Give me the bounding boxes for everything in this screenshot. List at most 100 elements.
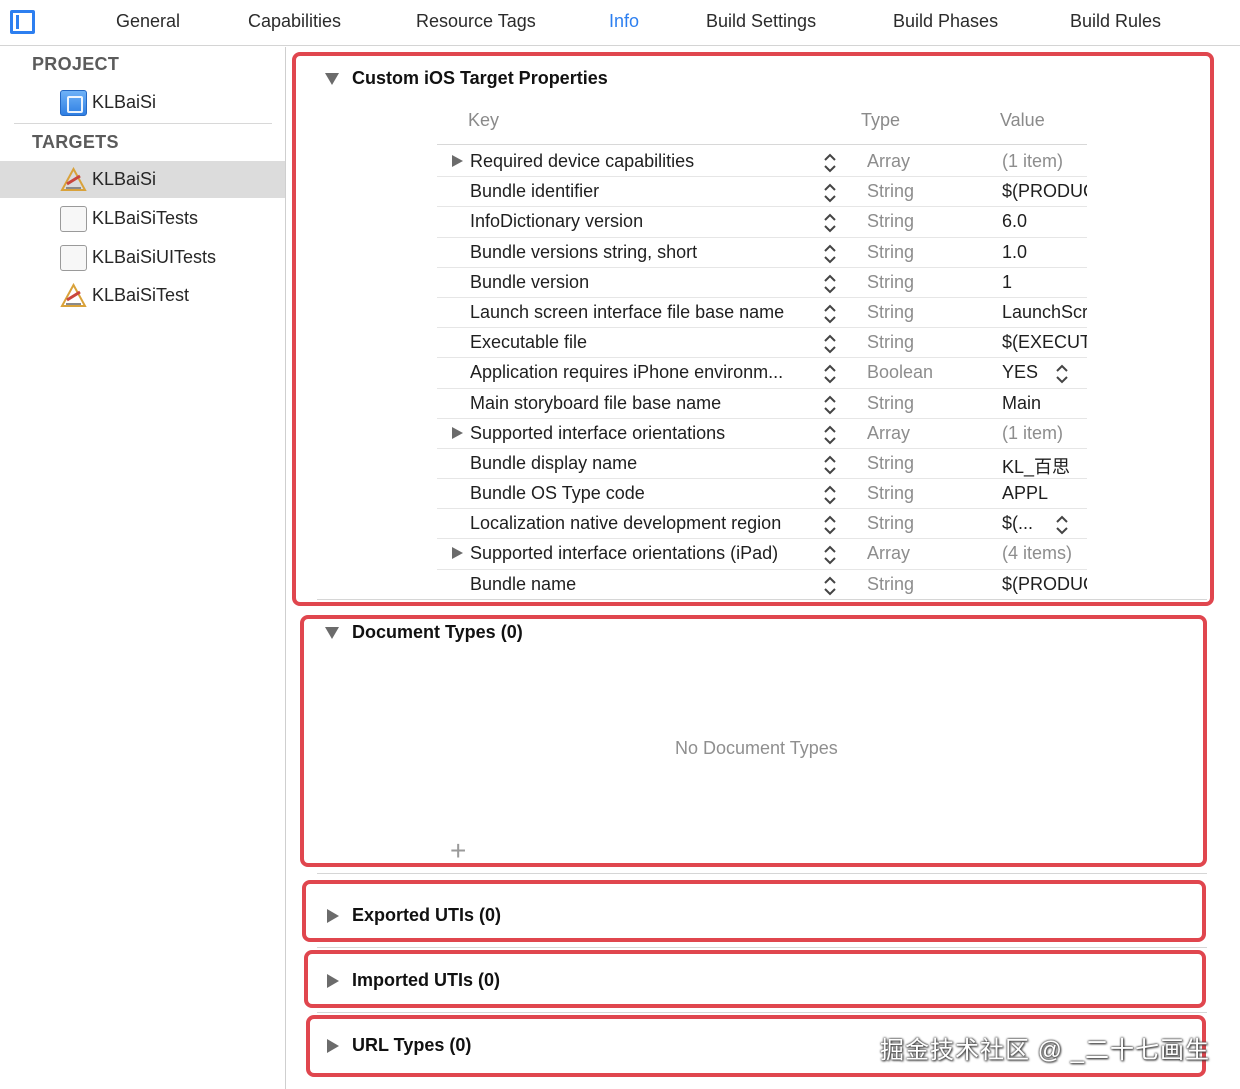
disclosure-triangle-icon[interactable]	[452, 155, 463, 167]
sidebar-item-target-klbaisitest[interactable]: KLBaiSiTest	[0, 277, 285, 314]
table-row[interactable]: Executable file String $(EXECUTABLE_NAME)	[437, 328, 1087, 359]
expand-triangle-icon[interactable]	[327, 1039, 339, 1053]
sidebar-item-project[interactable]: KLBaiSi	[0, 84, 285, 121]
expand-triangle-icon[interactable]	[327, 909, 339, 923]
property-value[interactable]: APPL	[1002, 483, 1087, 504]
property-key[interactable]: Bundle display name	[470, 453, 637, 474]
collapse-triangle-icon[interactable]	[325, 73, 339, 85]
property-type[interactable]: String	[867, 453, 914, 474]
property-type[interactable]: String	[867, 483, 914, 504]
key-stepper-icon[interactable]	[823, 152, 837, 174]
sidebar-item-target-klbaisiuitests[interactable]: KLBaiSiUITests	[0, 239, 285, 276]
property-type[interactable]: String	[867, 242, 914, 263]
url-types-title[interactable]: URL Types (0)	[352, 1035, 471, 1056]
table-row[interactable]: Application requires iPhone environm... B…	[437, 358, 1087, 389]
tab-build-phases[interactable]: Build Phases	[893, 11, 998, 32]
key-stepper-icon[interactable]	[823, 394, 837, 416]
property-type[interactable]: String	[867, 181, 914, 202]
tab-capabilities[interactable]: Capabilities	[248, 11, 341, 32]
property-type[interactable]: String	[867, 211, 914, 232]
table-row[interactable]: Main storyboard file base name String Main	[437, 389, 1087, 419]
property-key[interactable]: Localization native development region	[470, 513, 781, 534]
custom-properties-title[interactable]: Custom iOS Target Properties	[352, 68, 608, 89]
property-type[interactable]: Boolean	[867, 362, 933, 383]
property-type[interactable]: Array	[867, 543, 910, 564]
property-value[interactable]: 1	[1002, 272, 1087, 293]
imported-utis-title[interactable]: Imported UTIs (0)	[352, 970, 500, 991]
table-row[interactable]: Bundle version String 1	[437, 268, 1087, 298]
property-key[interactable]: Bundle version	[470, 272, 589, 293]
table-row[interactable]: Bundle identifier String $(PRODUCT_BUNDLE_…	[437, 177, 1087, 208]
property-type[interactable]: Array	[867, 423, 910, 444]
tab-resource-tags[interactable]: Resource Tags	[416, 11, 536, 32]
property-type[interactable]: String	[867, 272, 914, 293]
table-row[interactable]: Bundle display name String KL_百思	[437, 449, 1087, 480]
table-row[interactable]: Supported interface orientations Array (1 …	[437, 419, 1087, 449]
table-row[interactable]: Bundle versions string, short String 1.0	[437, 238, 1087, 268]
value-stepper-icon[interactable]	[1055, 363, 1069, 385]
expand-triangle-icon[interactable]	[327, 974, 339, 988]
property-type[interactable]: String	[867, 332, 914, 353]
table-row[interactable]: Bundle name String $(PRODUCT_NAME)	[437, 570, 1087, 600]
property-key[interactable]: Bundle versions string, short	[470, 242, 697, 263]
property-key[interactable]: Main storyboard file base name	[470, 393, 721, 414]
property-value[interactable]: KL_百思	[1002, 453, 1087, 479]
property-value[interactable]: 6.0	[1002, 211, 1087, 232]
column-value-header[interactable]: Value	[1000, 110, 1045, 131]
property-value[interactable]: Main	[1002, 393, 1087, 414]
property-type[interactable]: Array	[867, 151, 910, 172]
property-type[interactable]: String	[867, 574, 914, 595]
tab-build-rules[interactable]: Build Rules	[1070, 11, 1161, 32]
property-value[interactable]: (4 items)	[1002, 543, 1092, 564]
property-value[interactable]: $(...	[1002, 513, 1087, 534]
key-stepper-icon[interactable]	[823, 454, 837, 476]
sidebar-item-target-klbaisitests[interactable]: KLBaiSiTests	[0, 200, 285, 237]
disclosure-triangle-icon[interactable]	[452, 426, 463, 439]
property-value[interactable]: (1 item)	[1002, 423, 1092, 444]
property-value[interactable]: $(PRODUCT_NAME)	[1002, 574, 1087, 595]
collapse-triangle-icon[interactable]	[325, 627, 339, 639]
property-key[interactable]: Launch screen interface file base name	[470, 302, 784, 323]
disclosure-triangle-icon[interactable]	[452, 547, 463, 560]
key-stepper-icon[interactable]	[823, 212, 837, 234]
table-row[interactable]: Supported interface orientations (iPad) A…	[437, 539, 1087, 570]
property-type[interactable]: String	[867, 393, 914, 414]
property-key[interactable]: Required device capabilities	[470, 151, 694, 172]
exported-utis-title[interactable]: Exported UTIs (0)	[352, 905, 501, 926]
key-stepper-icon[interactable]	[823, 484, 837, 506]
property-value[interactable]: $(PRODUCT_BUNDLE_IDENTIFIER)	[1002, 181, 1087, 202]
add-document-type-button[interactable]: +	[450, 837, 466, 865]
table-row[interactable]: Launch screen interface file base name St…	[437, 298, 1087, 329]
key-stepper-icon[interactable]	[823, 243, 837, 265]
column-type-header[interactable]: Type	[861, 110, 900, 131]
navigator-toggle-icon[interactable]	[10, 10, 35, 34]
table-row[interactable]: InfoDictionary version String 6.0	[437, 207, 1087, 238]
table-row[interactable]: Bundle OS Type code String APPL	[437, 479, 1087, 510]
property-value[interactable]: (1 item)	[1002, 151, 1092, 172]
value-stepper-icon[interactable]	[1055, 514, 1069, 536]
key-stepper-icon[interactable]	[823, 303, 837, 325]
tab-info[interactable]: Info	[609, 11, 639, 32]
sidebar-item-target-klbaisi[interactable]: KLBaiSi	[0, 161, 285, 198]
property-key[interactable]: Bundle name	[470, 574, 576, 595]
property-key[interactable]: Bundle identifier	[470, 181, 599, 202]
property-type[interactable]: String	[867, 302, 914, 323]
key-stepper-icon[interactable]	[823, 333, 837, 355]
key-stepper-icon[interactable]	[823, 575, 837, 597]
property-key[interactable]: Supported interface orientations (iPad)	[470, 543, 778, 564]
property-value[interactable]: $(EXECUTABLE_NAME)	[1002, 332, 1087, 353]
key-stepper-icon[interactable]	[823, 544, 837, 566]
property-value[interactable]: 1.0	[1002, 242, 1087, 263]
key-stepper-icon[interactable]	[823, 182, 837, 204]
property-value[interactable]: YES	[1002, 362, 1087, 383]
table-row[interactable]: Required device capabilities Array (1 item…	[437, 147, 1087, 178]
property-key[interactable]: Bundle OS Type code	[470, 483, 645, 504]
column-key-header[interactable]: Key	[468, 110, 499, 131]
key-stepper-icon[interactable]	[823, 273, 837, 295]
property-type[interactable]: String	[867, 513, 914, 534]
property-key[interactable]: Supported interface orientations	[470, 423, 725, 444]
property-key[interactable]: Application requires iPhone environm...	[470, 362, 783, 383]
property-value[interactable]: LaunchScreen	[1002, 302, 1087, 323]
key-stepper-icon[interactable]	[823, 424, 837, 446]
property-key[interactable]: InfoDictionary version	[470, 211, 643, 232]
